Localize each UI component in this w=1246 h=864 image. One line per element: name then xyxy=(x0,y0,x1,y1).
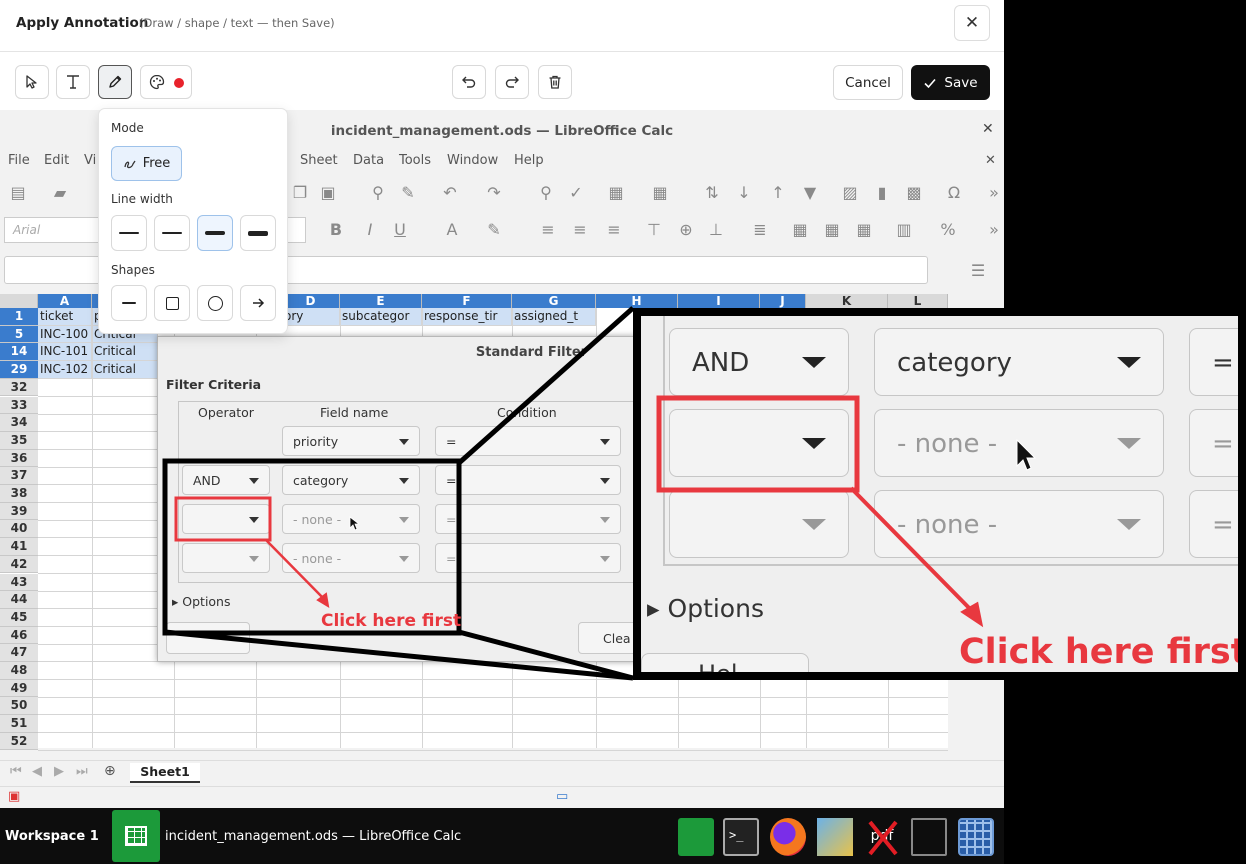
zoom-connector-top xyxy=(457,306,635,465)
zoom-annotation-overlay xyxy=(656,395,1037,628)
zoom-inset-content: AND category = - none - = - none - = ▸ O… xyxy=(641,316,1238,672)
active-task-title[interactable]: incident_management.ods — LibreOffice Ca… xyxy=(165,829,461,844)
firefox-icon[interactable] xyxy=(770,818,806,856)
zoom-connector-left xyxy=(164,629,634,681)
calc-app-icon[interactable] xyxy=(112,810,160,862)
callout-text: Click here first xyxy=(321,611,462,631)
image-viewer-icon[interactable] xyxy=(817,818,853,856)
calc-launcher-icon[interactable] xyxy=(678,818,714,856)
callout-arrow-line xyxy=(265,539,327,602)
calculator-icon[interactable] xyxy=(958,818,994,856)
highlight-rectangle xyxy=(174,496,272,542)
spreadsheet-icon xyxy=(125,826,147,846)
zoom-highlight-rectangle xyxy=(656,395,860,493)
zoom-callout-arrow-line xyxy=(849,486,979,618)
text-editor-icon[interactable] xyxy=(911,818,947,856)
terminal-icon[interactable]: >_ xyxy=(723,818,759,856)
zoom-inset: AND category = - none - = - none - = ▸ O… xyxy=(633,308,1246,680)
screen: Apply Annotation (Draw / shape / text — … xyxy=(0,0,1246,864)
pdf-cross-icon xyxy=(868,820,898,856)
zoom-callout-text: Click here first xyxy=(959,632,1238,672)
workspace-label[interactable]: Workspace 1 xyxy=(5,829,99,844)
focus-rectangle xyxy=(162,458,462,636)
taskbar: Workspace 1 incident_management.ods — Li… xyxy=(0,808,1004,864)
mouse-cursor-icon xyxy=(1016,438,1037,471)
